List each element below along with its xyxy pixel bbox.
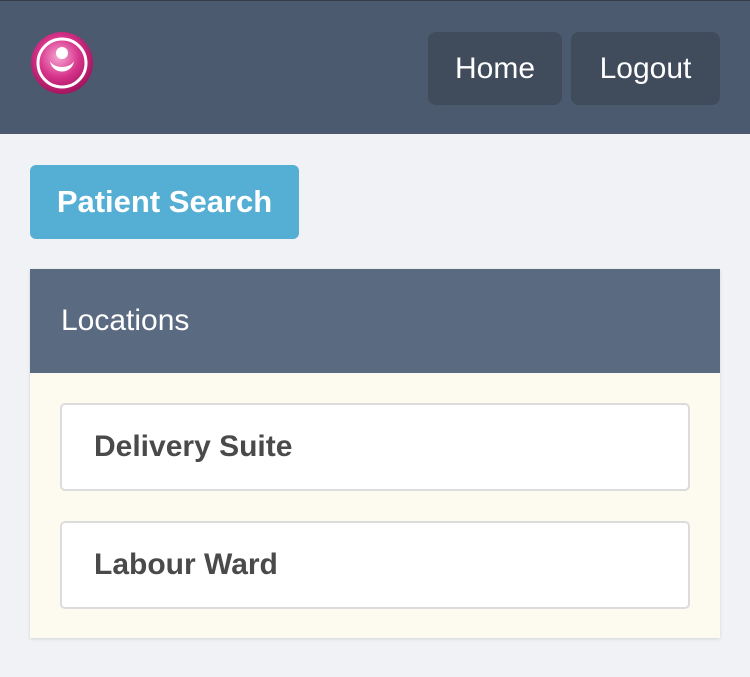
logout-button[interactable]: Logout xyxy=(571,32,720,105)
app-logo-icon[interactable] xyxy=(30,31,94,95)
location-item-delivery-suite[interactable]: Delivery Suite xyxy=(60,403,690,491)
top-navbar: Home Logout xyxy=(0,0,750,134)
patient-search-button[interactable]: Patient Search xyxy=(30,165,299,239)
locations-panel: Locations Delivery Suite Labour Ward xyxy=(30,269,720,638)
home-button[interactable]: Home xyxy=(428,32,562,105)
location-item-labour-ward[interactable]: Labour Ward xyxy=(60,521,690,609)
locations-panel-title: Locations xyxy=(30,269,720,373)
